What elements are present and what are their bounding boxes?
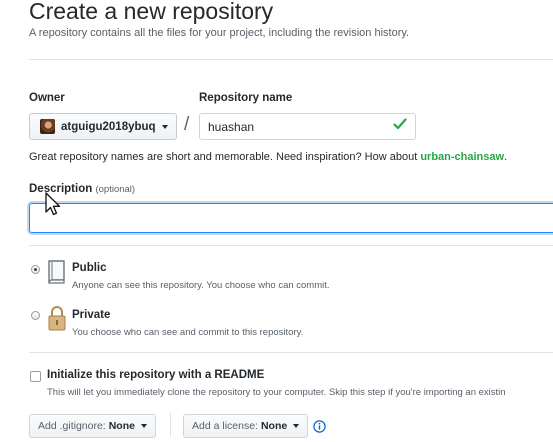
license-label: Add a license:	[192, 420, 258, 432]
repository-name-label: Repository name	[199, 92, 293, 104]
repository-name-hint: Great repository names are short and mem…	[29, 151, 507, 163]
public-title: Public	[72, 262, 107, 274]
visibility-option-public[interactable]: Public Anyone can see this repository. Y…	[29, 258, 529, 294]
description-input[interactable]	[29, 203, 553, 233]
divider	[29, 245, 553, 246]
divider	[29, 59, 553, 60]
gitignore-value: None	[108, 420, 135, 432]
check-icon	[393, 118, 407, 130]
hint-text: Great repository names are short and mem…	[29, 151, 421, 163]
license-value: None	[260, 420, 288, 432]
page-subtitle: A repository contains all the files for …	[29, 27, 410, 39]
owner-name: atguigu2018ybuq	[61, 120, 156, 133]
init-readme-checkbox[interactable]	[30, 371, 41, 382]
caret-down-icon	[140, 424, 147, 428]
private-description: You choose who can see and commit to thi…	[72, 327, 304, 338]
mouse-cursor-icon	[45, 192, 61, 216]
add-gitignore-dropdown[interactable]: Add .gitignore: None	[29, 414, 156, 438]
init-readme-description: This will let you immediately clone the …	[47, 387, 506, 398]
owner-label: Owner	[29, 92, 65, 104]
name-suggestion: urban-chainsaw	[420, 151, 505, 163]
gitignore-label: Add .gitignore:	[38, 420, 106, 432]
public-description: Anyone can see this repository. You choo…	[72, 280, 330, 291]
repo-book-icon	[48, 260, 65, 284]
avatar	[40, 119, 55, 134]
lock-icon	[48, 306, 66, 331]
owner-repo-separator: /	[184, 114, 190, 135]
init-readme-label[interactable]: Initialize this repository with a README	[47, 369, 264, 381]
visibility-option-private[interactable]: Private You choose who can see and commi…	[29, 304, 529, 340]
caret-down-icon	[293, 424, 300, 428]
add-license-dropdown[interactable]: Add a license: None	[183, 414, 309, 438]
divider	[29, 352, 553, 353]
repository-name-input[interactable]	[199, 113, 416, 140]
info-icon[interactable]	[313, 420, 326, 433]
caret-down-icon	[161, 124, 168, 129]
vertical-divider	[170, 413, 171, 437]
owner-dropdown-button[interactable]: atguigu2018ybuq	[29, 113, 177, 140]
description-optional: (optional)	[95, 184, 136, 195]
page-title: Create a new repository	[29, 0, 274, 24]
hint-suffix: .	[504, 151, 508, 163]
private-title: Private	[72, 309, 111, 321]
private-radio[interactable]	[31, 311, 40, 320]
public-radio[interactable]	[31, 265, 40, 274]
